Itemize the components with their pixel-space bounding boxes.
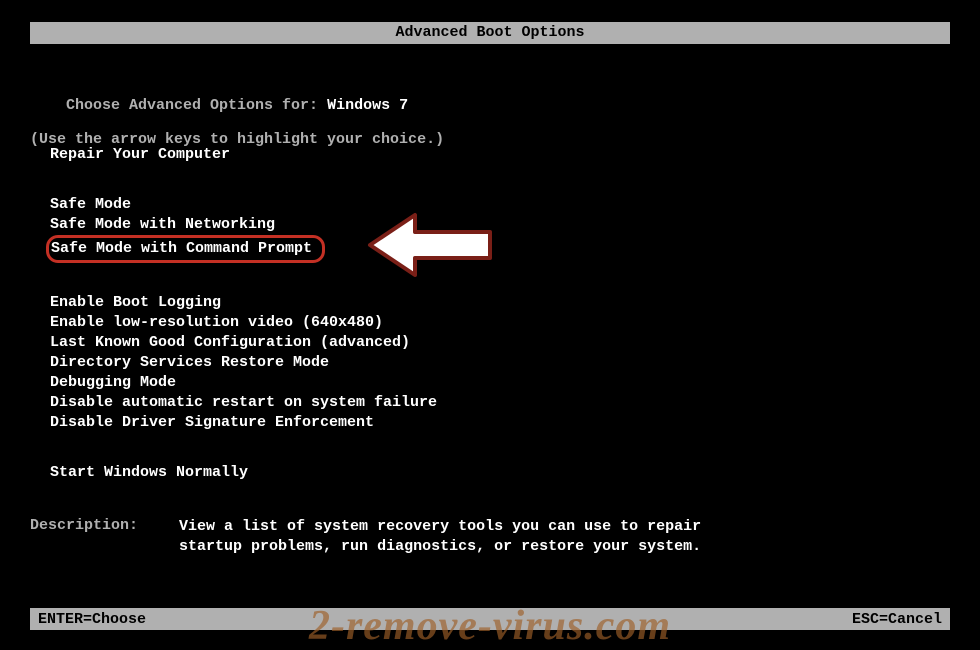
intro-prefix: Choose Advanced Options for: [66,97,327,114]
menu-group: Repair Your Computer [50,145,437,165]
menu-group: Start Windows Normally [50,463,437,483]
menu-item[interactable]: Last Known Good Configuration (advanced) [50,333,437,353]
menu-item[interactable]: Safe Mode with Command Prompt [50,235,437,263]
page-title: Advanced Boot Options [395,24,584,41]
title-bar: Advanced Boot Options [30,22,950,44]
menu-item[interactable]: Enable low-resolution video (640x480) [50,313,437,333]
boot-options-menu: Repair Your ComputerSafe ModeSafe Mode w… [50,145,437,513]
intro-block: Choose Advanced Options for: Windows 7 (… [30,80,444,148]
menu-item[interactable]: Safe Mode with Networking [50,215,437,235]
menu-group: Enable Boot LoggingEnable low-resolution… [50,293,437,433]
footer-esc: ESC=Cancel [852,611,942,628]
menu-item[interactable]: Debugging Mode [50,373,437,393]
menu-item[interactable]: Repair Your Computer [50,145,437,165]
menu-item[interactable]: Disable automatic restart on system fail… [50,393,437,413]
menu-group: Safe ModeSafe Mode with NetworkingSafe M… [50,195,437,263]
menu-item[interactable]: Start Windows Normally [50,463,437,483]
highlighted-option[interactable]: Safe Mode with Command Prompt [46,235,325,263]
menu-item[interactable]: Directory Services Restore Mode [50,353,437,373]
os-name: Windows 7 [327,97,408,114]
menu-item[interactable]: Safe Mode [50,195,437,215]
menu-item[interactable]: Enable Boot Logging [50,293,437,313]
footer-enter: ENTER=Choose [38,611,146,628]
description-block: Description: View a list of system recov… [30,517,739,557]
menu-item[interactable]: Disable Driver Signature Enforcement [50,413,437,433]
description-label: Description: [30,517,165,557]
footer-bar: ENTER=Choose ESC=Cancel [30,608,950,630]
description-text: View a list of system recovery tools you… [179,517,739,557]
